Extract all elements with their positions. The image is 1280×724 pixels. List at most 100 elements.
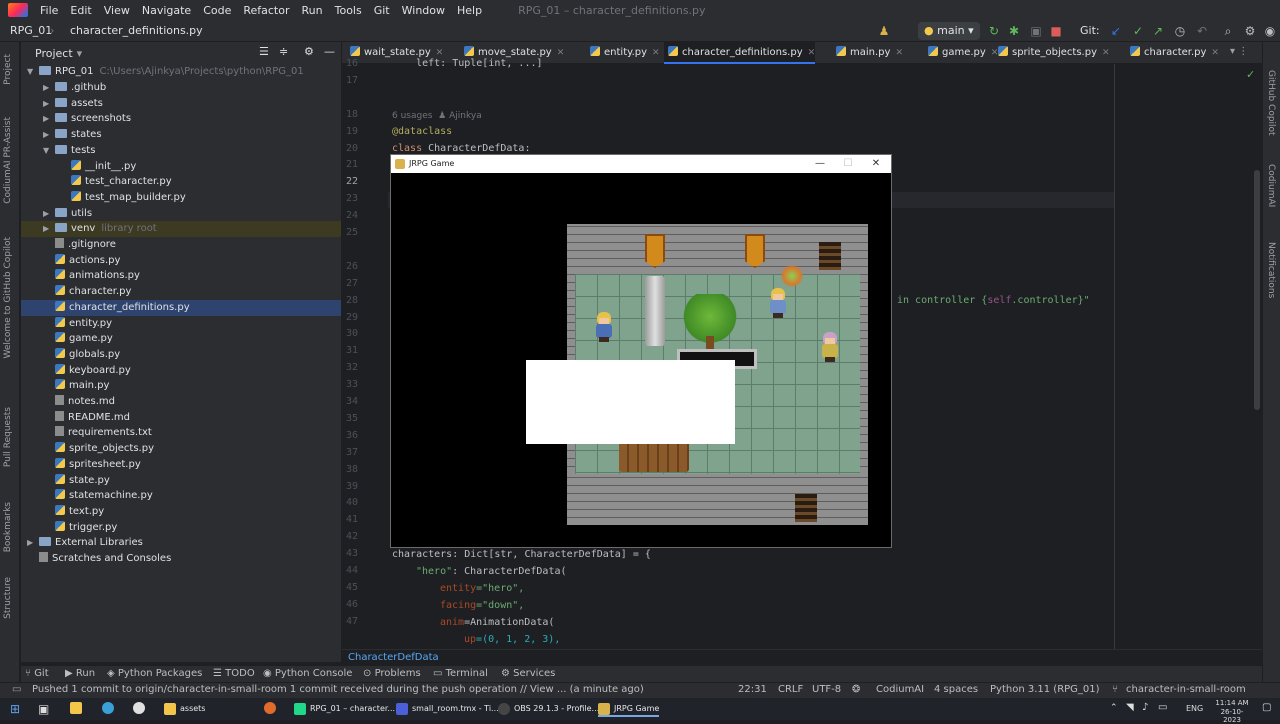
tree-item[interactable]: text.py: [21, 504, 341, 520]
toolwin-services[interactable]: ⚙ Services: [501, 668, 555, 679]
menu-run[interactable]: Run: [296, 4, 329, 17]
network-icon[interactable]: ◥: [1126, 702, 1134, 713]
toolwin-run[interactable]: ▶ Run: [65, 668, 95, 679]
close-tab-icon[interactable]: ✕: [557, 48, 565, 58]
tool-project[interactable]: Project: [3, 54, 13, 85]
status-encoding[interactable]: UTF-8: [812, 684, 841, 695]
taskbar-app-assets[interactable]: assets: [164, 701, 205, 717]
volume-icon[interactable]: ♪: [1142, 702, 1148, 713]
editor-tab[interactable]: character_definitions.py ✕: [664, 42, 816, 64]
user-icon[interactable]: ♟: [876, 23, 892, 39]
stop-icon[interactable]: ■: [1048, 23, 1064, 39]
keyboard-language[interactable]: ENG: [1186, 704, 1203, 713]
tree-item[interactable]: character.py: [21, 284, 341, 300]
tree-item[interactable]: ▼ tests: [21, 143, 341, 159]
run-config-selector[interactable]: ● main ▾: [918, 22, 980, 40]
chevron-right-icon[interactable]: ▶: [43, 206, 55, 222]
tree-item[interactable]: ▶ utils: [21, 206, 341, 222]
menu-code[interactable]: Code: [197, 4, 237, 17]
menu-edit[interactable]: Edit: [64, 4, 97, 17]
status-interpreter[interactable]: Python 3.11 (RPG_01): [990, 684, 1100, 695]
editor-tab[interactable]: game.py ✕: [924, 42, 998, 64]
rerun-icon[interactable]: ↻: [986, 23, 1002, 39]
taskbar-app-pycharm[interactable]: RPG_01 – character...: [294, 701, 395, 717]
menu-window[interactable]: Window: [396, 4, 451, 17]
status-branch[interactable]: character-in-small-room: [1126, 684, 1246, 695]
tree-item[interactable]: animations.py: [21, 268, 341, 284]
coverage-icon[interactable]: ▣: [1028, 23, 1044, 39]
tree-item[interactable]: state.py: [21, 473, 341, 489]
tab-overflow-icon[interactable]: ▾ ⋮: [1230, 46, 1248, 57]
tree-item[interactable]: Scratches and Consoles: [21, 551, 341, 567]
jrpg-game-window[interactable]: JRPG Game — ☐ ✕: [390, 154, 892, 548]
taskbar-app-jrpg[interactable]: JRPG Game: [598, 701, 660, 717]
settings-gear-icon[interactable]: ⚙: [1242, 23, 1258, 39]
chevron-right-icon[interactable]: ▶: [43, 80, 55, 96]
tree-item[interactable]: globals.py: [21, 347, 341, 363]
close-tab-icon[interactable]: ✕: [652, 48, 660, 58]
tree-item[interactable]: requirements.txt: [21, 425, 341, 441]
tree-item[interactable]: ▶ External Libraries: [21, 535, 341, 551]
close-tab-icon[interactable]: ✕: [895, 48, 903, 58]
project-root[interactable]: ▼ RPG_01 C:\Users\Ajinkya\Projects\python\…: [21, 64, 341, 80]
search-icon[interactable]: ⌕: [1220, 23, 1236, 39]
git-update-icon[interactable]: ↙: [1108, 23, 1124, 39]
account-icon[interactable]: ◉: [1262, 23, 1278, 39]
clock-time[interactable]: 11:14 AM: [1212, 699, 1252, 707]
tree-item[interactable]: trigger.py: [21, 520, 341, 536]
tree-item[interactable]: ▶ assets: [21, 96, 341, 112]
nav-file[interactable]: character_definitions.py: [70, 24, 203, 37]
tree-item[interactable]: game.py: [21, 331, 341, 347]
tool-pull-requests[interactable]: Pull Requests: [3, 407, 13, 467]
tool-codium-pr-assist[interactable]: CodiumAI PR-Assist: [3, 117, 13, 204]
status-caret-position[interactable]: 22:31: [738, 684, 767, 695]
toolwin-problems[interactable]: ⊙ Problems: [363, 668, 421, 679]
tool-notifications[interactable]: Notifications: [1266, 242, 1276, 298]
debug-icon[interactable]: ✱: [1006, 23, 1022, 39]
tree-item[interactable]: __init__.py: [21, 159, 341, 175]
notifications-icon[interactable]: ▢: [1262, 702, 1271, 713]
chevron-right-icon[interactable]: ▶: [43, 127, 55, 143]
project-title[interactable]: Project: [35, 47, 73, 60]
file-explorer-icon[interactable]: [70, 702, 82, 714]
close-tab-icon[interactable]: ✕: [1211, 48, 1219, 58]
editor-tab[interactable]: character.py ✕: [1126, 42, 1219, 64]
breadcrumb-class[interactable]: CharacterDefData: [348, 652, 439, 663]
status-message[interactable]: Pushed 1 commit to origin/character-in-s…: [32, 684, 644, 695]
minimize-button[interactable]: —: [805, 155, 835, 173]
chevron-right-icon[interactable]: ▶: [43, 96, 55, 112]
tree-item[interactable]: ▶ states: [21, 127, 341, 143]
tree-item[interactable]: statemachine.py: [21, 488, 341, 504]
game-window-titlebar[interactable]: JRPG Game — ☐ ✕: [391, 155, 891, 173]
chevron-right-icon[interactable]: ▶: [43, 221, 55, 237]
toolwin-python-console[interactable]: ◉ Python Console: [263, 668, 352, 679]
git-push-icon[interactable]: ↗: [1150, 23, 1166, 39]
clock-date[interactable]: 26-10-2023: [1212, 708, 1252, 724]
status-line-separator[interactable]: CRLF: [778, 684, 803, 695]
tool-github-copilot-welcome[interactable]: Welcome to GitHub Copilot: [3, 237, 13, 359]
collapse-all-icon[interactable]: ☰: [259, 45, 269, 58]
windows-start-icon[interactable]: ⊞: [10, 702, 20, 716]
tree-item[interactable]: entity.py: [21, 316, 341, 332]
menu-file[interactable]: File: [34, 4, 64, 17]
status-message-icon[interactable]: ▭: [12, 684, 21, 695]
tree-item[interactable]: actions.py: [21, 253, 341, 269]
status-plugin[interactable]: CodiumAI: [876, 684, 924, 695]
hide-panel-icon[interactable]: —: [324, 45, 335, 58]
chrome-browser-icon[interactable]: [133, 702, 145, 714]
codiumai-icon[interactable]: ❂: [852, 684, 860, 695]
close-tab-icon[interactable]: ✕: [436, 48, 444, 58]
editor-scrollbar[interactable]: [1254, 170, 1260, 410]
toolwin-todo[interactable]: ☰ TODO: [213, 668, 255, 679]
inspection-ok-icon[interactable]: ✓: [1246, 68, 1255, 81]
tree-item[interactable]: notes.md: [21, 394, 341, 410]
chevron-right-icon[interactable]: ▶: [27, 535, 39, 551]
status-indent[interactable]: 4 spaces: [934, 684, 978, 695]
tray-chevron-up-icon[interactable]: ⌃: [1110, 703, 1118, 713]
tool-structure[interactable]: Structure: [3, 577, 13, 619]
task-view-icon[interactable]: ▣: [38, 702, 49, 716]
battery-icon[interactable]: ▭: [1158, 702, 1167, 713]
close-button[interactable]: ✕: [861, 155, 891, 173]
chevron-right-icon[interactable]: ▶: [43, 111, 55, 127]
tree-item[interactable]: spritesheet.py: [21, 457, 341, 473]
